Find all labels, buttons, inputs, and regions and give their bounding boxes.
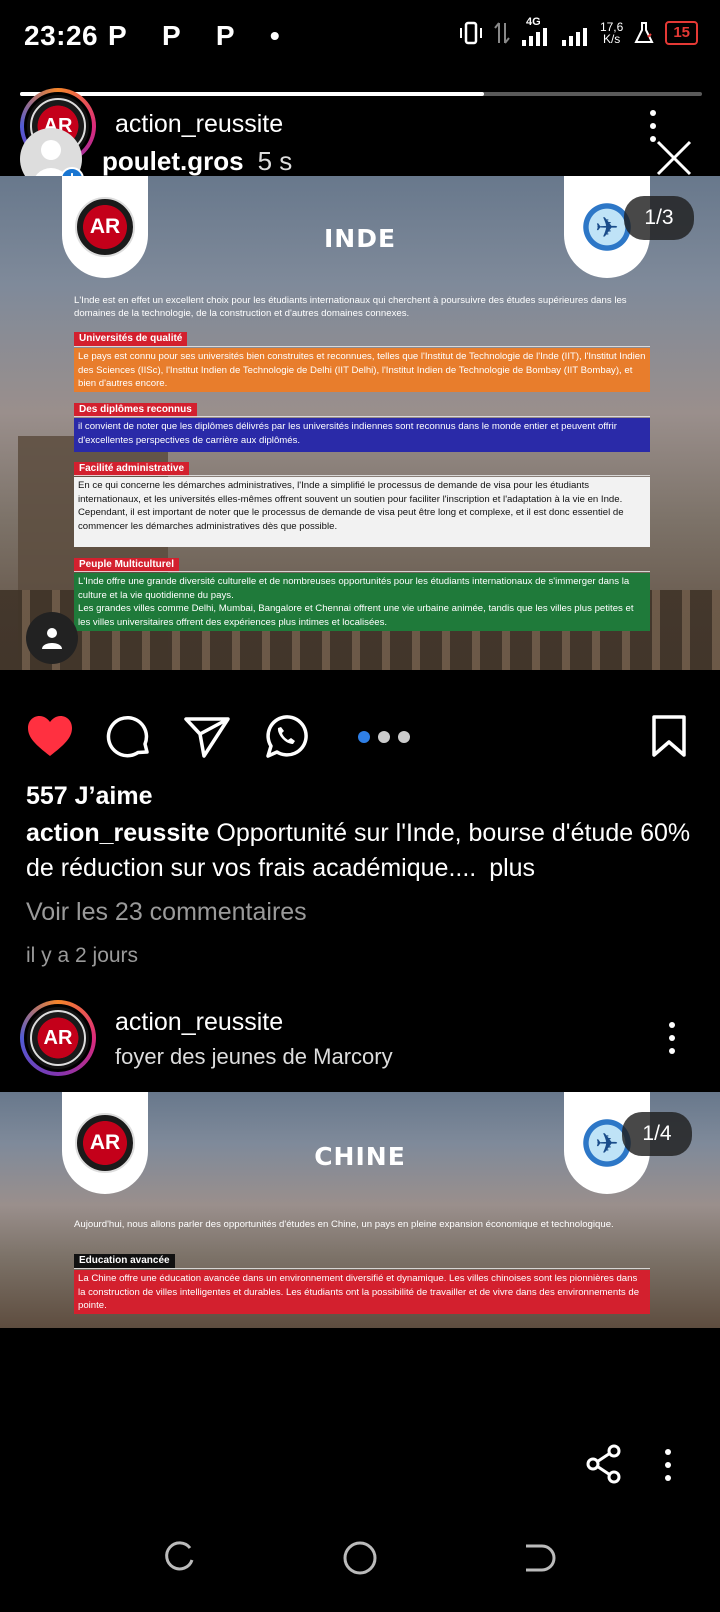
post2-username[interactable]: action_reussite <box>115 1008 283 1037</box>
view-comments-link[interactable]: Voir les 23 commentaires <box>26 898 307 927</box>
whatsapp-icon[interactable] <box>262 714 308 760</box>
story-user[interactable]: poulet.gros 5 s <box>102 146 292 177</box>
story-time: 5 s <box>257 146 293 176</box>
heart-icon[interactable] <box>26 714 74 758</box>
send-icon[interactable] <box>184 716 230 758</box>
status-right-group: 4G 17,6 K/s 15 <box>458 16 698 48</box>
status-time: 23:26 <box>24 20 99 51</box>
carousel-dot <box>378 731 390 743</box>
section2-label: Education avancée <box>74 1254 175 1268</box>
signal-4g: 4G <box>520 16 550 48</box>
caption-username[interactable]: action_reussite <box>26 819 209 847</box>
post2-more-icon[interactable] <box>662 1022 682 1054</box>
home-icon[interactable] <box>340 1538 380 1578</box>
post-caption[interactable]: action_reussite Opportunité sur l'Inde, … <box>26 816 706 886</box>
signal-icon <box>521 28 547 46</box>
section-label-administrative: Facilité administrative <box>74 462 190 476</box>
recents-icon[interactable] <box>162 1540 198 1576</box>
more-icon[interactable] <box>658 1449 678 1481</box>
section-text-universites: Le pays est connu pour ses universités b… <box>74 348 650 392</box>
section-text-multiculturel: L'Inde offre une grande diversité cultur… <box>74 573 650 631</box>
likes-count[interactable]: 557 J’aime <box>26 782 153 811</box>
story-progress-fill <box>20 92 484 96</box>
section-label-diplomes: Des diplômes reconnus <box>74 403 197 417</box>
story-username[interactable]: poulet.gros <box>102 146 244 176</box>
battery-indicator: 15 <box>665 21 698 45</box>
vibrate-icon <box>459 21 482 45</box>
section-divider <box>74 571 650 572</box>
slide2-title: CHINE <box>314 1142 406 1171</box>
status-bar: 23:26 P P P • 4G 17,6 K/s 15 <box>0 0 720 72</box>
slide-intro: L'Inde est en effet un excellent choix p… <box>74 295 627 319</box>
data-arrows-icon <box>494 22 510 44</box>
system-navigation-bar <box>0 1530 720 1610</box>
section-text-diplomes: il convient de noter que les diplômes dé… <box>74 418 650 452</box>
carousel-indicator <box>358 731 410 743</box>
net-speed-unit: K/s <box>602 32 621 46</box>
carousel-counter: 1/3 <box>624 196 694 240</box>
action-reussite-logo: AR <box>30 1010 86 1066</box>
section-divider <box>74 475 650 476</box>
flask-icon <box>634 22 654 43</box>
bookmark-icon[interactable] <box>651 714 687 758</box>
post2-carousel-image[interactable]: AR ✈ CHINE Aujourd'hui, nous allons parl… <box>0 1092 720 1328</box>
caption-more-link[interactable]: plus <box>489 854 535 882</box>
post-date: il y a 2 jours <box>26 944 139 967</box>
section-label-universites: Universités de qualité <box>74 332 188 346</box>
section-divider <box>74 1268 650 1269</box>
notification-app-icons: P P P • <box>108 20 294 51</box>
share-icon[interactable] <box>584 1444 624 1484</box>
post-more-icon[interactable] <box>643 110 663 142</box>
signal-icon-2 <box>561 28 587 46</box>
section-text-administrative: En ce qui concerne les démarches adminis… <box>74 477 650 547</box>
net-speed: 17,6 K/s <box>600 21 623 45</box>
section-divider <box>74 346 650 347</box>
post-username[interactable]: action_reussite <box>115 110 283 139</box>
carousel2-counter: 1/4 <box>622 1112 692 1156</box>
close-icon[interactable] <box>656 140 692 176</box>
person-icon <box>42 628 62 649</box>
section-divider <box>74 416 650 417</box>
post2-avatar[interactable]: AR <box>20 1000 96 1076</box>
story-progress-bar <box>20 92 702 96</box>
slide-title: INDE <box>323 224 397 253</box>
back-icon[interactable] <box>520 1540 556 1576</box>
section-label-multiculturel: Peuple Multiculturel <box>74 558 180 572</box>
slide2-intro: Aujourd'hui, nous allons parler des oppo… <box>74 1219 614 1230</box>
carousel-dot-active <box>358 731 370 743</box>
post2-location[interactable]: foyer des jeunes de Marcory <box>115 1044 393 1070</box>
carousel-dot <box>398 731 410 743</box>
post-carousel-image[interactable]: AR ✈ INDE L'Inde est en effet un excelle… <box>0 176 720 670</box>
section2-text: La Chine offre une éducation avancée dan… <box>74 1270 650 1314</box>
comment-icon[interactable] <box>106 714 152 760</box>
tagged-people-button[interactable] <box>26 612 78 664</box>
